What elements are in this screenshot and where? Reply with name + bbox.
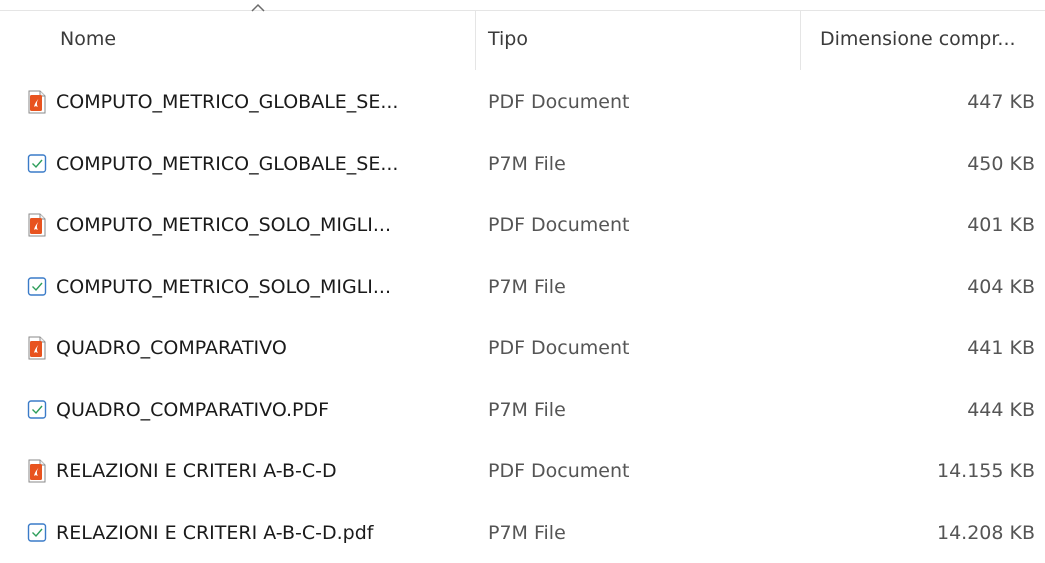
file-row[interactable]: QUADRO_COMPARATIVO PDF Document 441 KB xyxy=(0,317,1045,379)
p7m-file-icon xyxy=(26,275,48,299)
file-type: P7M File xyxy=(488,153,566,175)
column-header-bar: Nome Tipo Dimensione compr... xyxy=(0,0,1045,70)
column-divider[interactable] xyxy=(800,10,801,70)
column-header-type[interactable]: Tipo xyxy=(488,28,528,50)
file-size: 401 KB xyxy=(967,214,1035,236)
file-type: P7M File xyxy=(488,522,566,544)
file-row[interactable]: QUADRO_COMPARATIVO.PDF P7M File 444 KB xyxy=(0,379,1045,441)
file-name: COMPUTO_METRICO_SOLO_MIGLI... xyxy=(56,276,391,298)
file-type: PDF Document xyxy=(488,460,630,482)
file-row[interactable]: COMPUTO_METRICO_GLOBALE_SE... PDF Documen… xyxy=(0,71,1045,133)
file-size: 447 KB xyxy=(967,91,1035,113)
header-top-divider xyxy=(0,10,1045,11)
column-divider[interactable] xyxy=(475,10,476,70)
column-header-name[interactable]: Nome xyxy=(60,28,116,50)
file-type: P7M File xyxy=(488,276,566,298)
pdf-file-icon xyxy=(26,336,48,360)
file-name: COMPUTO_METRICO_GLOBALE_SE... xyxy=(56,153,398,175)
p7m-file-icon xyxy=(26,152,48,176)
file-name: QUADRO_COMPARATIVO xyxy=(56,337,287,359)
file-size: 404 KB xyxy=(967,276,1035,298)
column-header-size[interactable]: Dimensione compr... xyxy=(820,28,1016,50)
file-type: PDF Document xyxy=(488,91,630,113)
pdf-file-icon xyxy=(26,213,48,237)
file-row[interactable]: COMPUTO_METRICO_SOLO_MIGLI... P7M File 404… xyxy=(0,256,1045,318)
sort-up-chevron-icon xyxy=(250,2,266,14)
file-type: PDF Document xyxy=(488,214,630,236)
file-type: PDF Document xyxy=(488,337,630,359)
p7m-file-icon xyxy=(26,398,48,422)
pdf-file-icon xyxy=(26,90,48,114)
file-row[interactable]: RELAZIONI E CRITERI A-B-C-D.pdf P7M File 1… xyxy=(0,502,1045,563)
file-name: RELAZIONI E CRITERI A-B-C-D.pdf xyxy=(56,522,373,544)
file-type: P7M File xyxy=(488,399,566,421)
file-size: 441 KB xyxy=(967,337,1035,359)
file-row[interactable]: COMPUTO_METRICO_SOLO_MIGLI... PDF Documen… xyxy=(0,194,1045,256)
file-size: 450 KB xyxy=(967,153,1035,175)
file-size: 444 KB xyxy=(967,399,1035,421)
file-name: COMPUTO_METRICO_SOLO_MIGLI... xyxy=(56,214,391,236)
file-row[interactable]: COMPUTO_METRICO_GLOBALE_SE... P7M File 450… xyxy=(0,133,1045,195)
file-name: COMPUTO_METRICO_GLOBALE_SE... xyxy=(56,91,398,113)
file-row[interactable]: RELAZIONI E CRITERI A-B-C-D PDF Document 1… xyxy=(0,440,1045,502)
file-name: QUADRO_COMPARATIVO.PDF xyxy=(56,399,329,421)
file-list: COMPUTO_METRICO_GLOBALE_SE... PDF Documen… xyxy=(0,71,1045,563)
p7m-file-icon xyxy=(26,521,48,545)
file-size: 14.208 KB xyxy=(937,522,1035,544)
file-name: RELAZIONI E CRITERI A-B-C-D xyxy=(56,460,337,482)
file-size: 14.155 KB xyxy=(937,460,1035,482)
pdf-file-icon xyxy=(26,459,48,483)
